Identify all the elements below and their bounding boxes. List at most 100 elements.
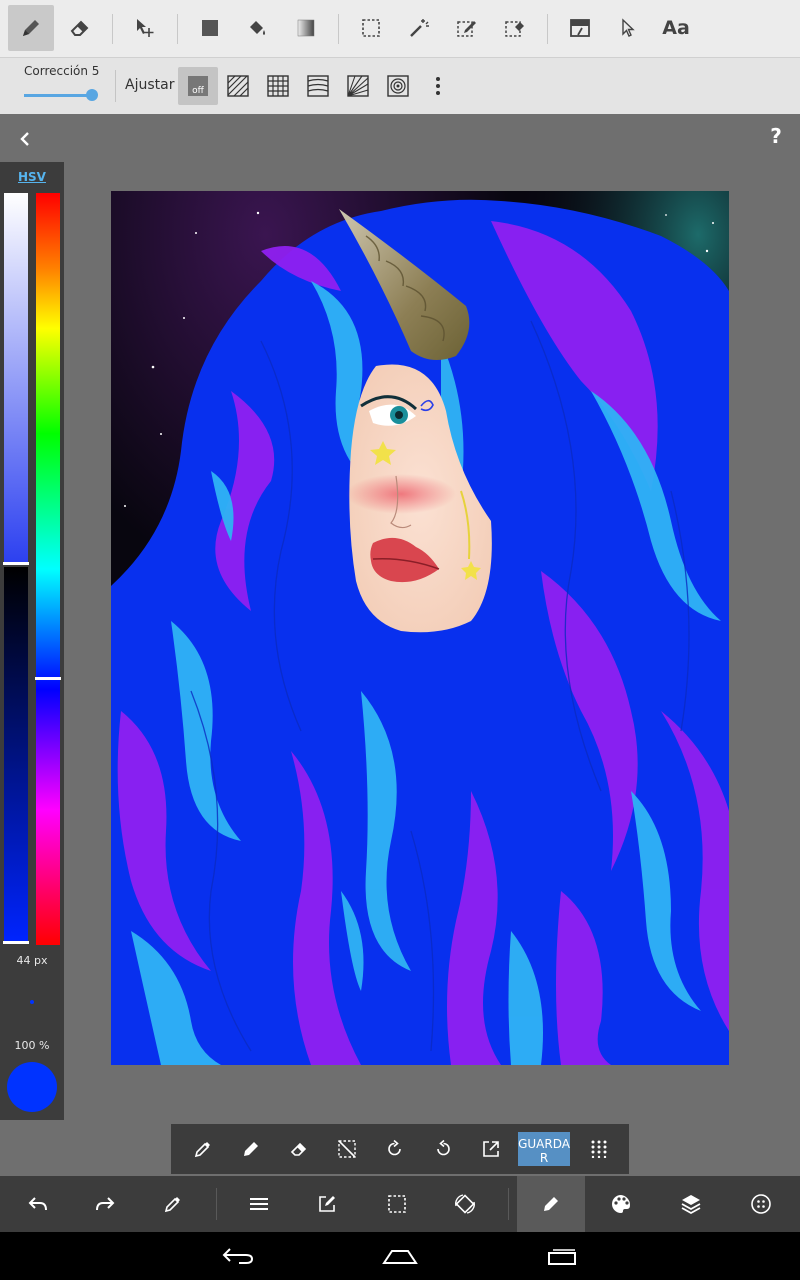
hue-bar[interactable]	[36, 193, 60, 945]
color-mode-toggle[interactable]: HSV	[0, 170, 64, 184]
color-palette-button[interactable]	[599, 1182, 643, 1226]
grid-dots-icon	[591, 1140, 607, 1158]
correction-slider-handle[interactable]	[86, 89, 98, 101]
pen-icon	[544, 1197, 558, 1211]
rotate-canvas-button[interactable]	[443, 1182, 487, 1226]
rotate-cw-icon	[437, 1139, 450, 1156]
help-icon: ?	[770, 124, 782, 148]
saturation-bar[interactable]	[4, 193, 28, 565]
menu-icon	[250, 1198, 268, 1210]
canvas-nav-row: ?	[0, 114, 800, 164]
save-button[interactable]: GUARDAR	[518, 1132, 570, 1166]
brush-panel-button[interactable]	[517, 1176, 585, 1232]
snap-curve-icon	[307, 75, 329, 97]
brush-size-label[interactable]: 44 px	[0, 954, 64, 967]
back-arrow-icon	[222, 1248, 254, 1264]
snap-parallel-button[interactable]	[218, 67, 258, 105]
undo-button[interactable]	[16, 1182, 60, 1226]
fill-rect-tool-button[interactable]	[187, 5, 233, 51]
quick-grid-menu-button[interactable]	[579, 1129, 619, 1169]
bottom-toolbar	[0, 1176, 800, 1232]
snap-grid-icon	[267, 75, 289, 97]
help-button[interactable]: ?	[762, 124, 790, 152]
text-tool-button[interactable]: Aa	[653, 5, 699, 51]
home-icon	[382, 1250, 418, 1264]
selection-button[interactable]	[375, 1182, 419, 1226]
select-rect-tool-button[interactable]	[348, 5, 394, 51]
select-eraser-tool-button[interactable]	[492, 5, 538, 51]
select-pen-tool-button[interactable]	[444, 5, 490, 51]
quick-deselect-button[interactable]	[327, 1129, 367, 1169]
main-menu-button[interactable]	[237, 1182, 281, 1226]
bucket-icon	[250, 21, 265, 35]
pen-icon	[23, 20, 39, 36]
save-label: GUARDAR	[518, 1137, 570, 1165]
more-vert-icon	[436, 77, 440, 95]
eraser-tool-button[interactable]	[57, 5, 103, 51]
more-options-button[interactable]	[418, 67, 458, 105]
pen-icon	[244, 1142, 258, 1156]
quick-undo-button[interactable]	[375, 1129, 415, 1169]
opacity-label[interactable]: 100 %	[0, 1039, 64, 1052]
layers-button[interactable]	[669, 1182, 713, 1226]
quick-pen-button[interactable]	[231, 1129, 271, 1169]
brush-options-bar: Corrección 5 Ajustar off	[0, 57, 800, 114]
quick-redo-button[interactable]	[423, 1129, 463, 1169]
magic-wand-icon	[410, 19, 429, 37]
quick-eraser-button[interactable]	[279, 1129, 319, 1169]
rect-fill-icon	[202, 20, 218, 36]
deselect-icon	[338, 1140, 356, 1158]
saturation-marker[interactable]	[3, 562, 29, 565]
snap-label: Ajustar	[125, 77, 175, 93]
palette-icon	[612, 1195, 631, 1213]
value-bar[interactable]	[4, 567, 28, 943]
move-icon	[137, 19, 154, 37]
system-back-button[interactable]	[216, 1242, 260, 1270]
undo-icon	[28, 1197, 47, 1211]
cursor-tool-button[interactable]	[605, 5, 651, 51]
system-recents-button[interactable]	[540, 1242, 584, 1270]
layers-icon	[681, 1195, 701, 1215]
bucket-tool-button[interactable]	[235, 5, 281, 51]
snap-off-button[interactable]: off	[178, 67, 218, 105]
material-button[interactable]	[739, 1182, 783, 1226]
snap-perspective-icon	[347, 75, 369, 97]
recents-icon	[548, 1249, 576, 1265]
eyedropper-icon	[164, 1197, 180, 1213]
magic-wand-tool-button[interactable]	[396, 5, 442, 51]
redo-button[interactable]	[83, 1182, 127, 1226]
layer-operation-tool-button[interactable]	[557, 5, 603, 51]
pen-tool-button[interactable]	[8, 5, 54, 51]
correction-slider-track[interactable]	[24, 94, 94, 97]
eraser-icon	[290, 1142, 307, 1156]
current-color-swatch[interactable]	[7, 1062, 57, 1112]
snap-grid-button[interactable]	[258, 67, 298, 105]
artwork-image	[111, 191, 729, 1065]
color-panel: HSV 44 px 100 %	[0, 162, 64, 1120]
snap-concentric-button[interactable]	[378, 67, 418, 105]
drawing-canvas[interactable]	[111, 191, 729, 1065]
quick-export-button[interactable]	[471, 1129, 511, 1169]
rotate-ccw-icon	[388, 1139, 401, 1156]
snap-off-label: off	[192, 86, 204, 96]
snap-off-icon: off	[188, 76, 208, 96]
snap-concentric-icon	[387, 75, 409, 97]
snap-parallel-icon	[227, 75, 249, 97]
eraser-icon	[70, 20, 89, 36]
value-marker[interactable]	[3, 941, 29, 944]
snap-perspective-button[interactable]	[338, 67, 378, 105]
snap-curve-button[interactable]	[298, 67, 338, 105]
move-tool-button[interactable]	[122, 5, 168, 51]
layer-op-icon	[570, 19, 590, 37]
material-dots-icon	[751, 1194, 771, 1214]
system-home-button[interactable]	[378, 1242, 422, 1270]
back-button[interactable]	[12, 126, 38, 152]
hue-marker[interactable]	[35, 677, 61, 680]
select-rect-icon	[362, 19, 380, 37]
gradient-tool-button[interactable]	[283, 5, 329, 51]
chevron-left-icon	[20, 132, 29, 146]
eyedropper-button[interactable]	[151, 1182, 195, 1226]
correction-label: Corrección 5	[24, 64, 100, 78]
quick-eyedropper-button[interactable]	[183, 1129, 223, 1169]
edit-button[interactable]	[305, 1182, 349, 1226]
